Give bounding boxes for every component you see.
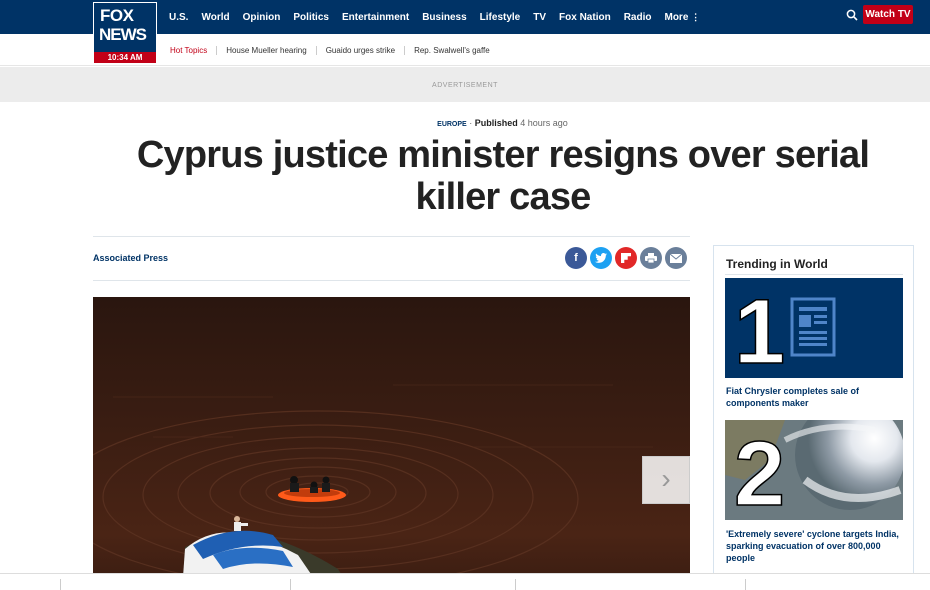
- print-icon[interactable]: [640, 247, 662, 269]
- trending-rank: 2: [734, 423, 785, 520]
- nav-opinion[interactable]: Opinion: [243, 12, 281, 23]
- bottom-divider: [60, 579, 61, 590]
- article-lead-image[interactable]: [93, 297, 690, 577]
- byline-share-row: Associated Press f: [93, 236, 690, 281]
- bottom-divider: [290, 579, 291, 590]
- nav-tv[interactable]: TV: [533, 12, 546, 23]
- trending-item-caption[interactable]: 'Extremely severe' cyclone targets India…: [726, 528, 901, 564]
- email-share-icon[interactable]: [665, 247, 687, 269]
- search-icon[interactable]: [846, 9, 858, 21]
- article-category[interactable]: EUROPE: [437, 121, 467, 128]
- nav-entertainment[interactable]: Entertainment: [342, 12, 409, 23]
- advertisement-banner: ADVERTISEMENT: [0, 67, 930, 102]
- nav-fox-nation[interactable]: Fox Nation: [559, 12, 611, 23]
- gallery-next-button[interactable]: ›: [642, 456, 690, 504]
- main-nav: U.S. World Opinion Politics Entertainmen…: [169, 0, 713, 34]
- hot-topics-label[interactable]: Hot Topics: [170, 46, 207, 55]
- twitter-share-icon[interactable]: [590, 247, 612, 269]
- published-time: 4 hours ago: [520, 118, 568, 128]
- hot-topic-link[interactable]: House Mueller hearing: [216, 45, 316, 55]
- hot-topic-link[interactable]: Guaido urges strike: [315, 45, 404, 55]
- trending-title: Trending in World: [726, 257, 828, 271]
- nav-politics[interactable]: Politics: [293, 12, 329, 23]
- facebook-share-icon[interactable]: f: [565, 247, 587, 269]
- trending-divider: [725, 274, 903, 275]
- article-byline[interactable]: Associated Press: [93, 253, 168, 263]
- article-meta: EUROPE · Published 4 hours ago: [0, 118, 930, 128]
- logo-clock: 10:34 AM: [94, 52, 156, 63]
- trending-item-image[interactable]: 2: [725, 420, 903, 520]
- trending-rank: 1: [734, 281, 785, 378]
- flipboard-share-icon[interactable]: [615, 247, 637, 269]
- nav-world[interactable]: World: [201, 12, 229, 23]
- trending-item-image[interactable]: 1: [725, 278, 903, 378]
- bottom-divider: [515, 579, 516, 590]
- bottom-divider: [745, 579, 746, 590]
- trending-item-caption[interactable]: Fiat Chrysler completes sale of componen…: [726, 385, 901, 409]
- logo-line1: FOX: [100, 6, 134, 25]
- nav-more-label: More: [664, 11, 689, 23]
- fox-news-logo[interactable]: FOX NEWS 10:34 AM: [93, 2, 157, 64]
- nav-more[interactable]: More ⋮: [664, 12, 700, 23]
- hot-topics: Hot Topics House Mueller hearing Guaido …: [170, 34, 499, 66]
- meta-separator: ·: [469, 118, 473, 128]
- nav-business[interactable]: Business: [422, 12, 466, 23]
- bottom-toolbar: [0, 573, 930, 590]
- logo-line2: NEWS: [99, 25, 147, 44]
- nav-lifestyle[interactable]: Lifestyle: [480, 12, 521, 23]
- published-label: Published: [474, 118, 518, 128]
- nav-radio[interactable]: Radio: [624, 12, 652, 23]
- watch-tv-button[interactable]: Watch TV: [863, 5, 913, 24]
- hot-topic-link[interactable]: Rep. Swalwell's gaffe: [404, 45, 499, 55]
- article-headline: Cyprus justice minister resigns over ser…: [136, 134, 870, 218]
- nav-us[interactable]: U.S.: [169, 12, 188, 23]
- more-icon: ⋮: [691, 11, 701, 22]
- trending-module: Trending in World 1 Fiat Chrysler comple…: [713, 245, 914, 589]
